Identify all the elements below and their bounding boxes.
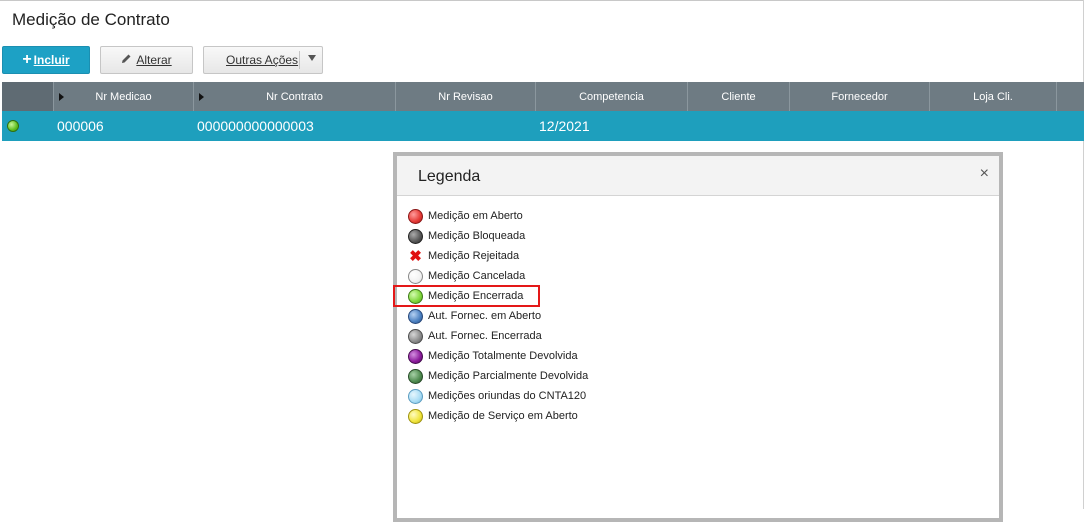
legend-label: Medição em Aberto <box>428 210 523 222</box>
dark-gray-status-icon <box>408 228 423 244</box>
outras-acoes-button[interactable]: Outras Ações <box>203 46 323 74</box>
sort-arrow-icon[interactable] <box>199 93 204 101</box>
column-header-competencia[interactable]: Competencia <box>536 82 688 111</box>
grid-header: Nr Medicao Nr Contrato Nr Revisao Compet… <box>2 82 1084 111</box>
column-label: Nr Contrato <box>266 90 323 103</box>
legend-item: Medições oriundas do CNTA120 <box>408 386 808 406</box>
x-icon: ✖ <box>409 247 422 265</box>
yellow-status-icon <box>408 408 423 424</box>
blue-status-icon <box>408 308 423 324</box>
legend-label: Aut. Fornec. Encerrada <box>428 330 542 342</box>
column-label: Nr Revisao <box>438 90 493 103</box>
highlight-box <box>393 285 540 307</box>
column-label: Competencia <box>579 90 644 103</box>
legend-label: Medição Parcialmente Devolvida <box>428 370 589 382</box>
white-status-icon <box>408 268 423 284</box>
legend-item: ✖ Medição Rejeitada <box>408 246 808 266</box>
page-title: Medição de Contrato <box>12 10 170 29</box>
legend-item: Aut. Fornec. em Aberto <box>408 306 808 326</box>
plus-icon: + <box>22 51 32 68</box>
column-header-nr-contrato[interactable]: Nr Contrato <box>194 82 396 111</box>
column-label: Loja Cli. <box>973 90 1013 103</box>
legend-label: Medição de Serviço em Aberto <box>428 410 578 422</box>
column-label: Fornecedor <box>831 90 888 103</box>
alterar-label: Alterar <box>136 53 172 67</box>
red-status-icon <box>408 208 423 224</box>
cell-nr-contrato: 000000000000003 <box>197 118 314 134</box>
legend-item: Medição em Aberto <box>408 206 808 226</box>
purple-status-icon <box>408 348 423 364</box>
column-header-nr-revisao[interactable]: Nr Revisao <box>396 82 536 111</box>
legend-label: Medição Totalmente Devolvida <box>428 350 578 362</box>
legend-item: Medição Bloqueada <box>408 226 808 246</box>
legend-label: Medição Rejeitada <box>428 250 520 262</box>
incluir-label: Incluir <box>33 53 70 67</box>
column-header-fornecedor[interactable]: Fornecedor <box>790 82 930 111</box>
cell-competencia: 12/2021 <box>539 118 590 134</box>
column-header-cliente[interactable]: Cliente <box>688 82 790 111</box>
legend-item: Medição Totalmente Devolvida <box>408 346 808 366</box>
legend-item: Medição de Serviço em Aberto <box>408 406 808 426</box>
legend-label: Medição Bloqueada <box>428 230 526 242</box>
legend-item: Medição Cancelada <box>408 266 808 286</box>
column-header-nr-medicao[interactable]: Nr Medicao <box>54 82 194 111</box>
dark-green-status-icon <box>408 368 423 384</box>
alterar-button[interactable]: Alterar <box>100 46 193 74</box>
column-label: Cliente <box>721 90 756 103</box>
legend-label: Medições oriundas do CNTA120 <box>428 390 587 402</box>
column-header-loja-cli[interactable]: Loja Cli. <box>930 82 1057 111</box>
column-label: Nr Medicao <box>95 90 152 103</box>
incluir-button[interactable]: + Incluir <box>2 46 90 74</box>
status-green-icon[interactable] <box>7 120 19 132</box>
dialog-title: Legenda <box>418 168 481 185</box>
button-separator <box>299 51 300 69</box>
top-border <box>0 0 1084 1</box>
outras-acoes-label: Outras Ações <box>226 53 299 67</box>
legend-label: Aut. Fornec. em Aberto <box>428 310 542 322</box>
legend-dialog: Legenda × Medição em Aberto Medição Bloq… <box>393 152 1003 522</box>
light-blue-status-icon <box>408 388 423 404</box>
sort-arrow-icon[interactable] <box>59 93 64 101</box>
dialog-header: Legenda × <box>397 156 999 196</box>
cell-nr-medicao: 000006 <box>57 118 104 134</box>
chevron-down-icon[interactable] <box>308 55 316 61</box>
close-icon[interactable]: × <box>980 165 989 183</box>
table-row[interactable]: 000006 000000000000003 12/2021 <box>2 111 1084 141</box>
legend-label: Medição Cancelada <box>428 270 526 282</box>
pencil-icon <box>121 53 132 67</box>
legend-item: Medição Parcialmente Devolvida <box>408 366 808 386</box>
gray-status-icon <box>408 328 423 344</box>
legend-item: Aut. Fornec. Encerrada <box>408 326 808 346</box>
status-column-header[interactable] <box>2 82 54 111</box>
legend-item-highlighted: Medição Encerrada <box>393 285 808 307</box>
